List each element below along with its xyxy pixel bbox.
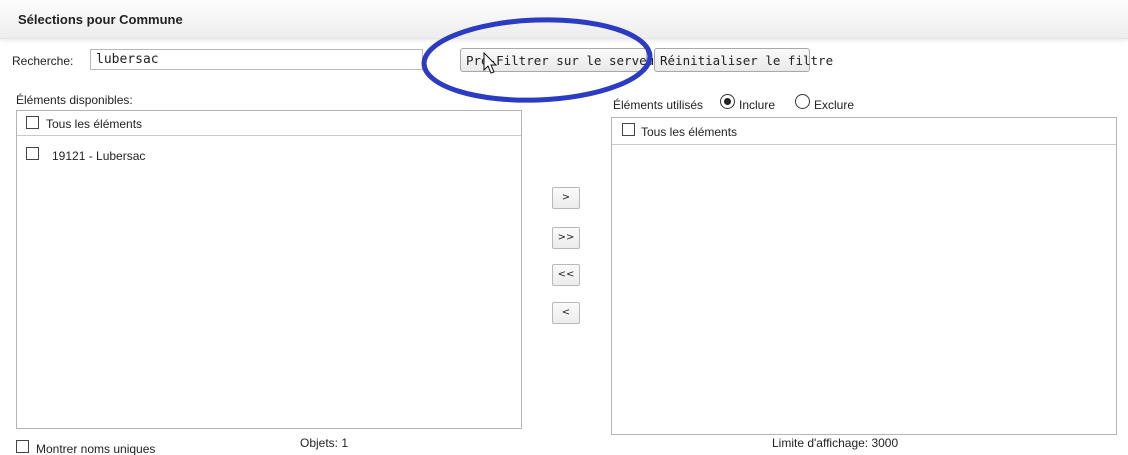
search-input[interactable] [90, 49, 423, 70]
used-select-all-label: Tous les éléments [641, 125, 738, 139]
used-list-label: Éléments utilisés [613, 98, 704, 112]
available-list-header: Tous les éléments [17, 111, 521, 136]
exclude-radio[interactable] [795, 94, 810, 109]
unique-names-label: Montrer noms uniques [36, 442, 156, 455]
list-item[interactable]: 19121 - Lubersac [17, 136, 521, 166]
search-label: Recherche: [12, 54, 74, 68]
move-all-right-button[interactable]: >> [552, 227, 580, 249]
available-select-all-checkbox[interactable] [26, 116, 39, 129]
move-right-button[interactable]: > [552, 187, 580, 209]
used-list[interactable]: Tous les éléments [611, 117, 1117, 435]
available-list-label: Éléments disponibles: [16, 93, 133, 107]
server-filter-button[interactable]: Pré-Filtrer sur le serveur [460, 48, 662, 72]
move-all-left-button[interactable]: << [552, 264, 580, 286]
include-label: Inclure [739, 98, 776, 112]
reset-filter-button[interactable]: Réinitialiser le filtre [654, 48, 833, 72]
move-left-button[interactable]: < [552, 302, 580, 324]
objects-count: Objets: 1 [300, 436, 349, 450]
item-checkbox[interactable] [26, 147, 39, 160]
used-select-all-checkbox[interactable] [622, 123, 635, 136]
item-label: 19121 - Lubersac [52, 149, 146, 163]
page-title: Sélections pour Commune [18, 12, 183, 27]
available-list[interactable]: Tous les éléments 19121 - Lubersac [16, 110, 522, 429]
header-bar: Sélections pour Commune [0, 0, 1128, 39]
used-list-header: Tous les éléments [612, 118, 1116, 145]
unique-names-checkbox[interactable] [16, 440, 29, 453]
exclude-label: Exclure [814, 98, 855, 112]
include-radio[interactable] [720, 94, 735, 109]
available-select-all-label: Tous les éléments [46, 117, 143, 131]
display-limit: Limite d'affichage: 3000 [772, 436, 899, 450]
